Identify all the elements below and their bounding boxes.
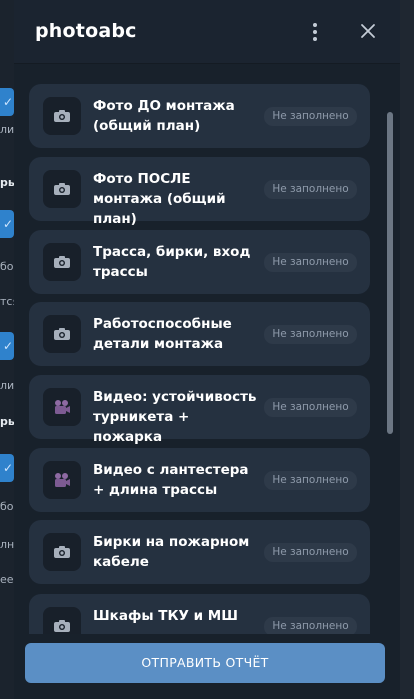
bg-text: ли [0, 123, 14, 136]
camera-icon [43, 315, 81, 353]
more-options-button[interactable] [306, 20, 324, 44]
photo-checklist-panel: photoabc Фото ДО монтажа (общий план) Не… [14, 0, 400, 699]
item-label: Фото ПОСЛЕ монтажа (общий план) [93, 171, 226, 227]
bg-text: ли [0, 379, 14, 392]
video-camera-icon [43, 388, 81, 426]
submit-report-button[interactable]: ОТПРАВИТЬ ОТЧЁТ [25, 643, 385, 683]
list-item[interactable]: Фото ДО монтажа (общий план) Не заполнен… [29, 84, 370, 148]
more-vertical-icon [313, 23, 317, 27]
item-label: Шкафы ТКУ и МШ [93, 608, 238, 624]
bg-text: ры [0, 176, 14, 189]
checkbox-checked[interactable]: ✓ [0, 332, 14, 360]
list-item[interactable]: Бирки на пожарном кабеле Не заполнено [29, 520, 370, 584]
camera-icon [43, 170, 81, 208]
list-item[interactable]: Работоспособные детали монтажа Не заполн… [29, 302, 370, 366]
item-label: Трасса, бирки, вход трассы [93, 244, 251, 280]
list-item[interactable]: Шкафы ТКУ и МШ Не заполнено [29, 594, 370, 634]
status-badge: Не заполнено [264, 180, 357, 199]
status-badge: Не заполнено [264, 471, 357, 490]
list-item[interactable]: Фото ПОСЛЕ монтажа (общий план) Не запол… [29, 157, 370, 227]
checkbox-checked[interactable]: ✓ [0, 210, 14, 238]
bg-text: тся [0, 295, 14, 308]
camera-icon [43, 243, 81, 281]
background-app: ✓ ли ры ✓ бо тся ✓ ли ры ✓ бо лн ее [0, 0, 14, 699]
more-vertical-icon [313, 30, 317, 34]
status-badge: Не заполнено [264, 398, 357, 417]
status-badge: Не заполнено [264, 107, 357, 126]
panel-header: photoabc [14, 0, 400, 64]
item-label: Фото ДО монтажа (общий план) [93, 98, 235, 134]
camera-icon [43, 97, 81, 135]
video-camera-icon [43, 461, 81, 499]
status-badge: Не заполнено [264, 617, 357, 634]
bg-text: бо [0, 260, 14, 273]
bg-text: лн [0, 538, 14, 551]
bg-text: ее [0, 573, 14, 586]
more-vertical-icon [313, 37, 317, 41]
camera-icon [43, 533, 81, 571]
panel-title: photoabc [35, 20, 137, 42]
checkbox-checked[interactable]: ✓ [0, 88, 14, 116]
list-item[interactable]: Видео с лантестера + длина трассы Не зап… [29, 448, 370, 512]
status-badge: Не заполнено [264, 253, 357, 272]
list-item[interactable]: Видео: устойчивость турникета + пожарка … [29, 375, 370, 445]
bg-text: бо [0, 500, 14, 513]
background-edge [400, 0, 414, 699]
item-label: Работоспособные детали монтажа [93, 316, 232, 352]
scrollbar-thumb[interactable] [387, 112, 393, 434]
bg-text: ры [0, 415, 14, 428]
camera-icon [43, 607, 81, 634]
list-item[interactable]: Трасса, бирки, вход трассы Не заполнено [29, 230, 370, 294]
checkbox-checked[interactable]: ✓ [0, 454, 14, 482]
item-label: Видео с лантестера + длина трассы [93, 462, 249, 498]
close-button[interactable] [357, 20, 379, 42]
item-label: Видео: устойчивость турникета + пожарка [93, 389, 257, 445]
item-label: Бирки на пожарном кабеле [93, 534, 250, 570]
status-badge: Не заполнено [264, 543, 357, 562]
checklist: Фото ДО монтажа (общий план) Не заполнен… [14, 64, 400, 634]
close-icon [361, 24, 375, 38]
panel-footer: ОТПРАВИТЬ ОТЧЁТ [14, 634, 400, 699]
status-badge: Не заполнено [264, 325, 357, 344]
